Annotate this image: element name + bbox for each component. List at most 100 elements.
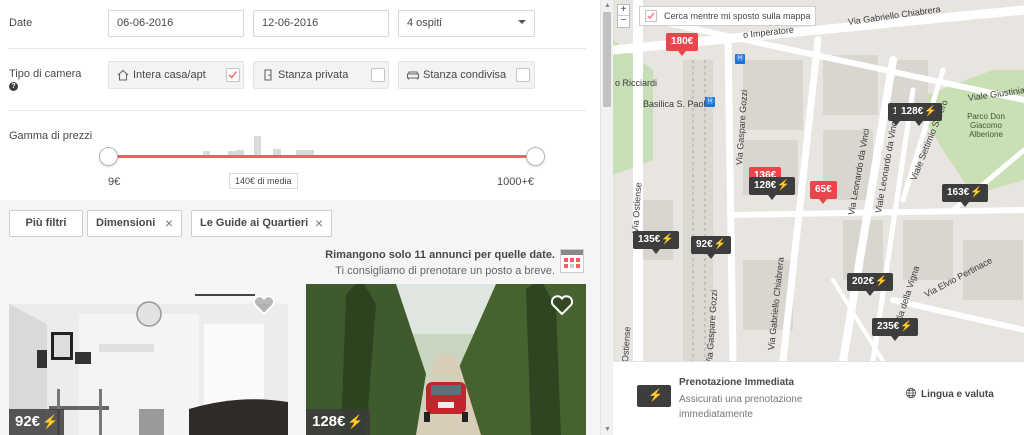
- room-type-private[interactable]: Stanza privata: [253, 61, 389, 89]
- room-type-entire-label: Intera casa/apt: [133, 69, 206, 81]
- listing-price-tag: 128€ ⚡: [306, 409, 370, 435]
- room-type-label: Tipo di camera: [9, 68, 82, 80]
- close-icon[interactable]: ×: [315, 216, 323, 230]
- door-icon: [264, 69, 272, 81]
- heart-icon[interactable]: [550, 294, 574, 316]
- chevron-down-icon: [518, 20, 526, 24]
- search-as-move-checkbox[interactable]: [645, 10, 657, 22]
- price-slider-max-handle[interactable]: [526, 147, 545, 166]
- map-price-pin[interactable]: 65€: [810, 181, 837, 204]
- lightning-icon: ⚡: [970, 187, 983, 198]
- scrollbar[interactable]: ▲ ▼: [600, 0, 613, 435]
- listing-card[interactable]: 128€ ⚡: [306, 284, 586, 435]
- room-type-shared-label: Stanza condivisa: [423, 69, 507, 81]
- map-footer: ⚡ Prenotazione Immediata Assicurati una …: [613, 361, 1024, 435]
- lightning-icon: ⚡: [875, 276, 888, 287]
- map-price-pin[interactable]: 128€⚡: [749, 177, 795, 200]
- listing-price: 128€: [312, 413, 346, 430]
- instant-booking-badge: ⚡: [637, 385, 671, 407]
- lightning-icon: ⚡: [42, 414, 59, 429]
- map[interactable]: o Imperatore Via Gabriello Chiabrera o R…: [613, 0, 1024, 361]
- check-icon: [228, 71, 237, 79]
- room-type-private-checkbox[interactable]: [371, 68, 385, 82]
- more-filters-button[interactable]: Più filtri: [9, 210, 83, 237]
- lightning-icon: ⚡: [900, 321, 913, 332]
- calendar-icon: [560, 249, 584, 273]
- search-as-move-label: Cerca mentre mi sposto sulla mappa: [664, 11, 811, 21]
- street-label: o Ricciardi: [615, 78, 658, 88]
- availability-notice: Rimangono solo 11 annunci per quelle dat…: [325, 247, 555, 279]
- price-min-label: 9€: [108, 176, 121, 188]
- map-price-pin[interactable]: 235€⚡: [872, 318, 918, 341]
- zoom-out-button[interactable]: −: [618, 16, 629, 27]
- map-price-pin[interactable]: 135€⚡: [633, 231, 679, 254]
- heart-icon[interactable]: [252, 294, 276, 316]
- scroll-down-arrow[interactable]: ▼: [603, 426, 612, 433]
- street-label: Basilica S. Paolo: [643, 99, 711, 109]
- globe-icon: [905, 387, 917, 399]
- pin-label: 163€: [947, 187, 970, 198]
- language-currency-label: Lingua e valuta: [921, 389, 994, 400]
- pin-label: 65€: [815, 184, 832, 195]
- check-icon: [647, 12, 655, 20]
- lightning-icon: ⚡: [777, 180, 790, 191]
- checkin-input[interactable]: 06-06-2016: [108, 10, 244, 37]
- help-icon[interactable]: ?: [9, 82, 18, 91]
- pin-label: 180€: [671, 36, 694, 47]
- divider: [8, 48, 586, 49]
- price-max-label: 1000+€: [497, 176, 535, 188]
- lightning-icon: ⚡: [648, 388, 663, 402]
- scroll-up-arrow[interactable]: ▲: [603, 2, 612, 9]
- price-average-badge: 140€ di media: [229, 173, 298, 189]
- room-type-entire[interactable]: Intera casa/apt: [108, 61, 244, 89]
- room-type-entire-checkbox[interactable]: [226, 68, 240, 82]
- neighborhood-guides-label: Le Guide ai Quartieri: [200, 217, 309, 229]
- lightning-icon: ⚡: [661, 234, 674, 245]
- date-label: Date: [9, 17, 33, 29]
- instant-booking-desc: Assicurati una prenotazione immediatamen…: [679, 394, 803, 420]
- instant-booking-title: Prenotazione Immediata: [679, 377, 795, 388]
- size-filter-label: Dimensioni: [96, 217, 156, 229]
- availability-notice-text: Ti consigliamo di prenotare un posto a b…: [335, 265, 555, 277]
- guests-value: 4 ospiti: [407, 17, 442, 29]
- price-slider-track[interactable]: [108, 155, 536, 158]
- map-price-pin[interactable]: 92€⚡: [691, 236, 732, 259]
- zoom-controls: + −: [617, 4, 630, 28]
- listing-price: 92€: [15, 413, 41, 430]
- pin-label: 135€: [638, 234, 661, 245]
- scrollbar-thumb[interactable]: [603, 12, 611, 107]
- availability-notice-title: Rimangono solo 11 annunci per quelle dat…: [325, 249, 555, 261]
- map-price-pin[interactable]: 180€: [666, 33, 699, 56]
- lightning-icon: ⚡: [924, 106, 937, 117]
- metro-icon: Ⓜ: [705, 97, 715, 107]
- histogram-bar: [254, 136, 261, 157]
- divider: [8, 110, 586, 111]
- size-filter-chip[interactable]: Dimensioni ×: [87, 210, 182, 237]
- listing-card[interactable]: 92€ ⚡: [9, 284, 288, 435]
- pin-label: 128€: [754, 180, 777, 191]
- park-label: Parco Don Giacomo Alberione: [967, 112, 1005, 139]
- pin-label: 128€: [901, 106, 924, 117]
- lightning-icon: ⚡: [713, 239, 727, 250]
- checkout-input[interactable]: 12-06-2016: [253, 10, 389, 37]
- listing-price-tag: 92€ ⚡: [9, 409, 65, 435]
- close-icon[interactable]: ×: [165, 216, 173, 230]
- lightning-icon: ⚡: [347, 414, 364, 429]
- pin-label: 202€: [852, 276, 875, 287]
- map-price-pin[interactable]: 202€⚡: [847, 273, 893, 296]
- house-icon: [117, 69, 129, 81]
- pin-label: 235€: [877, 321, 900, 332]
- neighborhood-guides-chip[interactable]: Le Guide ai Quartieri ×: [191, 210, 332, 237]
- search-as-move-toggle[interactable]: Cerca mentre mi sposto sulla mappa: [639, 6, 816, 26]
- map-price-pin[interactable]: 128€⚡: [896, 103, 942, 126]
- map-price-pin[interactable]: 163€⚡: [942, 184, 988, 207]
- sofa-icon: [406, 71, 420, 80]
- guests-select[interactable]: 4 ospiti: [398, 10, 535, 37]
- room-type-shared-checkbox[interactable]: [516, 68, 530, 82]
- search-filters-panel: Date 06-06-2016 12-06-2016 4 ospiti Tipo…: [0, 0, 600, 435]
- room-type-shared[interactable]: Stanza condivisa: [398, 61, 535, 89]
- price-slider-min-handle[interactable]: [99, 147, 118, 166]
- pin-label: 92€: [696, 239, 713, 250]
- metro-icon: Ⓜ: [735, 54, 745, 64]
- language-currency-button[interactable]: Lingua e valuta: [905, 387, 994, 400]
